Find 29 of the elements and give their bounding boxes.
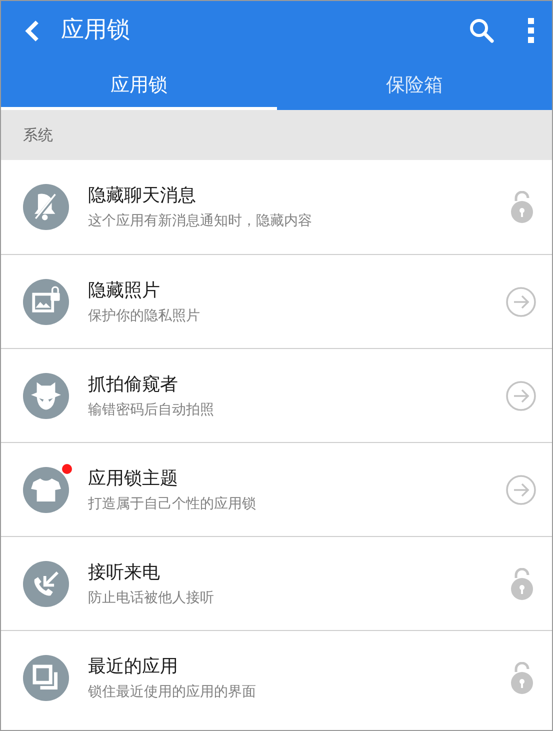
- more-menu-button[interactable]: [526, 18, 536, 44]
- unlocked-padlock-icon[interactable]: [510, 191, 534, 223]
- bell-off-icon: [23, 184, 69, 230]
- t-shirt-icon: [23, 466, 69, 512]
- item-description: 这个应用有新消息通知时，隐藏内容: [88, 212, 313, 231]
- item-title: 应用锁主题: [88, 466, 179, 490]
- photo-lock-icon: [23, 278, 69, 324]
- item-description: 打造属于自己个性的应用锁: [88, 494, 257, 514]
- item-title: 最近的应用: [88, 654, 179, 678]
- search-icon: [469, 18, 495, 44]
- item-description: 保护你的隐私照片: [88, 306, 201, 326]
- arrow-circle-icon[interactable]: [506, 286, 536, 316]
- item-title: 隐藏照片: [88, 278, 161, 302]
- item-description: 防止电话被他人接听: [88, 588, 215, 608]
- arrow-circle-icon[interactable]: [506, 380, 536, 410]
- section-header: 系统: [23, 124, 53, 146]
- item-description: 输错密码后自动拍照: [88, 400, 215, 420]
- more-dots-icon: [528, 18, 534, 43]
- unlocked-padlock-icon[interactable]: [510, 662, 534, 694]
- unlocked-padlock-icon[interactable]: [510, 568, 534, 600]
- item-title: 接听来电: [88, 560, 161, 584]
- screen-title: 应用锁: [61, 16, 130, 46]
- arrow-circle-icon[interactable]: [506, 474, 536, 504]
- item-title: 隐藏聊天消息: [88, 184, 197, 208]
- overlapping-squares-icon: [23, 654, 69, 700]
- item-description: 锁住最近使用的应用的界面: [88, 682, 257, 702]
- item-title: 抓拍偷窥者: [88, 372, 179, 396]
- search-button[interactable]: [468, 16, 496, 44]
- incoming-call-icon: [23, 560, 69, 606]
